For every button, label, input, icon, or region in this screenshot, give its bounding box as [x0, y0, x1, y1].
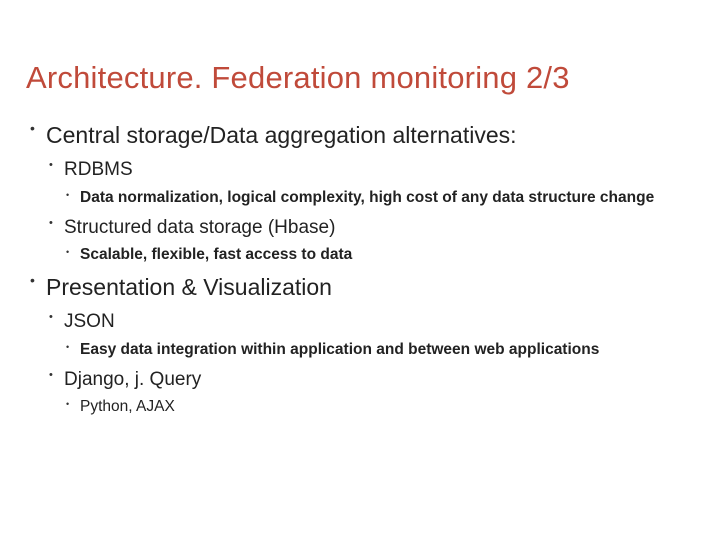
bullet-text: JSON: [64, 311, 115, 332]
bullet-text: Django, j. Query: [64, 369, 201, 390]
bullet-level-3: Data normalization, logical complexity, …: [64, 188, 690, 209]
list-item: JSON Easy data integration within applic…: [46, 309, 690, 361]
list-item: RDBMS Data normalization, logical comple…: [46, 157, 690, 209]
bullet-text: RDBMS: [64, 159, 133, 180]
list-item: Django, j. Query Python, AJAX: [46, 367, 690, 419]
bullet-level-3: Scalable, flexible, fast access to data: [64, 245, 690, 266]
bullet-text: Python, AJAX: [80, 398, 175, 415]
list-item: Presentation & Visualization JSON Easy d…: [26, 272, 690, 418]
bullet-text: Easy data integration within application…: [80, 341, 599, 358]
list-item: Structured data storage (Hbase) Scalable…: [46, 215, 690, 267]
bullet-level-2: RDBMS Data normalization, logical comple…: [46, 157, 690, 266]
bullet-text: Data normalization, logical complexity, …: [80, 189, 654, 206]
bullet-text: Central storage/Data aggregation alterna…: [46, 122, 517, 148]
bullet-text: Scalable, flexible, fast access to data: [80, 246, 352, 263]
bullet-text: Structured data storage (Hbase): [64, 217, 335, 238]
list-item: Easy data integration within application…: [64, 340, 690, 361]
list-item: Python, AJAX: [64, 397, 690, 418]
list-item: Scalable, flexible, fast access to data: [64, 245, 690, 266]
bullet-level-1: Central storage/Data aggregation alterna…: [26, 120, 690, 418]
bullet-level-3: Python, AJAX: [64, 397, 690, 418]
slide: Architecture. Federation monitoring 2/3 …: [0, 0, 720, 540]
list-item: Data normalization, logical complexity, …: [64, 188, 690, 209]
slide-title: Architecture. Federation monitoring 2/3: [26, 60, 690, 96]
bullet-level-3: Easy data integration within application…: [64, 340, 690, 361]
bullet-level-2: JSON Easy data integration within applic…: [46, 309, 690, 418]
list-item: Central storage/Data aggregation alterna…: [26, 120, 690, 266]
bullet-text: Presentation & Visualization: [46, 274, 332, 300]
